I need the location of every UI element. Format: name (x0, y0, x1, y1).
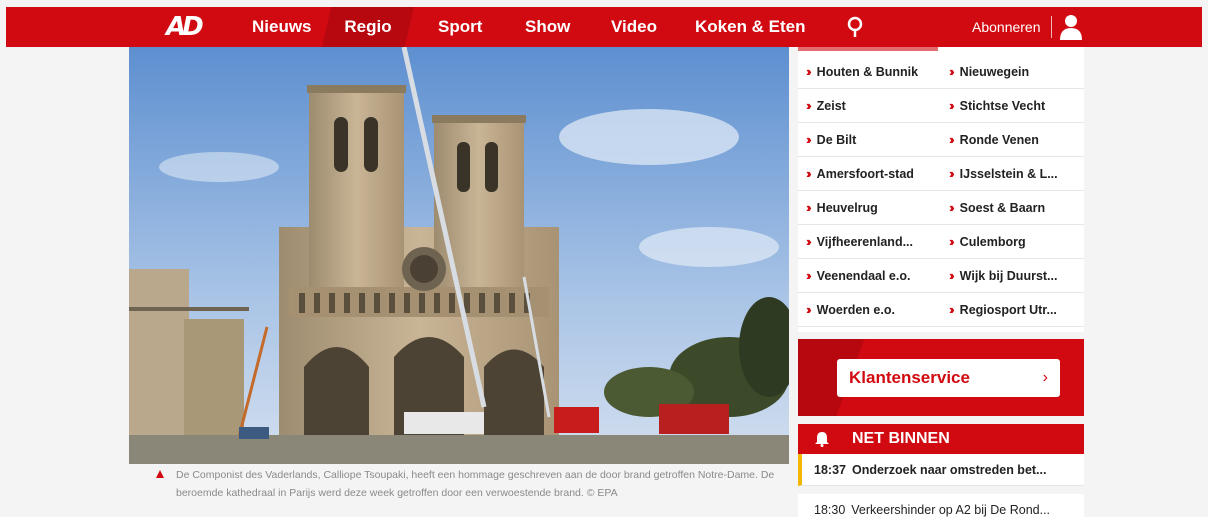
chevron-right-icon: › (1042, 369, 1048, 386)
ad-logo[interactable]: AD (166, 11, 206, 43)
user-icon[interactable] (1059, 14, 1083, 40)
region-item-ronde-venen[interactable]: ›› Ronde Venen (941, 123, 1084, 157)
region-item-ijsselstein[interactable]: ›› IJsselstein & L... (941, 157, 1084, 191)
net-binnen-header: NET BINNEN (798, 424, 1084, 454)
region-item-houten-bunnik[interactable]: ›› Houten & Bunnik (798, 55, 941, 89)
double-chevron-icon: ›› (949, 166, 954, 181)
news-item[interactable]: 18:30 Verkeershinder op A2 bij De Rond... (798, 494, 1084, 517)
nav-divider (1051, 16, 1052, 38)
hero-caption: De Componist des Vaderlands, Calliope Ts… (176, 469, 775, 499)
search-icon[interactable] (844, 15, 866, 39)
double-chevron-icon: ›› (806, 200, 811, 215)
net-binnen-title: NET BINNEN (852, 430, 950, 447)
subscribe-link[interactable]: Abonneren (972, 7, 1041, 47)
hero-image-notre-dame[interactable] (129, 47, 789, 464)
nav-item-koken-eten[interactable]: Koken & Eten (689, 7, 812, 47)
double-chevron-icon: ›› (949, 64, 954, 79)
top-navigation-bar: AD Nieuws Regio Sport Show Video Koken &… (6, 7, 1202, 47)
region-item-amersfoort-stad[interactable]: ›› Amersfoort-stad (798, 157, 941, 191)
customer-service-label: Klantenservice (849, 368, 970, 387)
region-item-regiosport-utrecht[interactable]: ›› Regiosport Utr... (941, 293, 1084, 327)
region-item-nieuwegein[interactable]: ›› Nieuwegein (941, 55, 1084, 89)
regions-top-accent (798, 47, 938, 51)
customer-service-button[interactable]: Klantenservice › (837, 359, 1060, 397)
region-list-panel: ›› Houten & Bunnik ›› Nieuwegein ›› Zeist ›… (798, 47, 1084, 332)
double-chevron-icon: ›› (949, 234, 954, 249)
double-chevron-icon: ›› (806, 302, 811, 317)
bell-icon (815, 432, 829, 447)
region-item-vijfheerenlanden[interactable]: ›› Vijfheerenland... (798, 225, 941, 259)
region-item-woerden[interactable]: ›› Woerden e.o. (798, 293, 941, 327)
double-chevron-icon: ›› (949, 268, 954, 283)
double-chevron-icon: ›› (949, 132, 954, 147)
region-item-veenendaal[interactable]: ›› Veenendaal e.o. (798, 259, 941, 293)
region-item-stichtse-vecht[interactable]: ›› Stichtse Vecht (941, 89, 1084, 123)
region-item-soest-baarn[interactable]: ›› Soest & Baarn (941, 191, 1084, 225)
double-chevron-icon: ›› (806, 64, 811, 79)
news-title: Verkeershinder op A2 bij De Rond... (851, 503, 1051, 517)
region-item-wijk-bij-duurstede[interactable]: ›› Wijk bij Duurst... (941, 259, 1084, 293)
region-item-zeist[interactable]: ›› Zeist (798, 89, 941, 123)
region-item-de-bilt[interactable]: ›› De Bilt (798, 123, 941, 157)
double-chevron-icon: ›› (806, 268, 811, 283)
news-time: 18:37 (814, 463, 846, 477)
double-chevron-icon: ›› (949, 200, 954, 215)
news-item[interactable]: 18:37 Onderzoek naar omstreden bet... (798, 454, 1084, 486)
double-chevron-icon: ›› (806, 166, 811, 181)
nav-item-regio[interactable]: Regio (322, 7, 414, 47)
nav-item-nieuws[interactable]: Nieuws (246, 7, 318, 47)
double-chevron-icon: ›› (949, 98, 954, 113)
region-item-culemborg[interactable]: ›› Culemborg (941, 225, 1084, 259)
cathedral-illustration (129, 47, 789, 464)
double-chevron-icon: ›› (806, 132, 811, 147)
customer-service-block: Klantenservice › (798, 339, 1084, 416)
nav-item-sport[interactable]: Sport (432, 7, 488, 47)
nav-item-video[interactable]: Video (605, 7, 663, 47)
double-chevron-icon: ›› (949, 302, 954, 317)
double-chevron-icon: ›› (806, 98, 811, 113)
caption-marker-icon (156, 470, 164, 478)
double-chevron-icon: ›› (806, 234, 811, 249)
news-time: 18:30 (814, 503, 846, 517)
region-item-heuvelrug[interactable]: ›› Heuvelrug (798, 191, 941, 225)
news-title: Onderzoek naar omstreden bet... (851, 463, 1047, 477)
nav-item-show[interactable]: Show (519, 7, 576, 47)
